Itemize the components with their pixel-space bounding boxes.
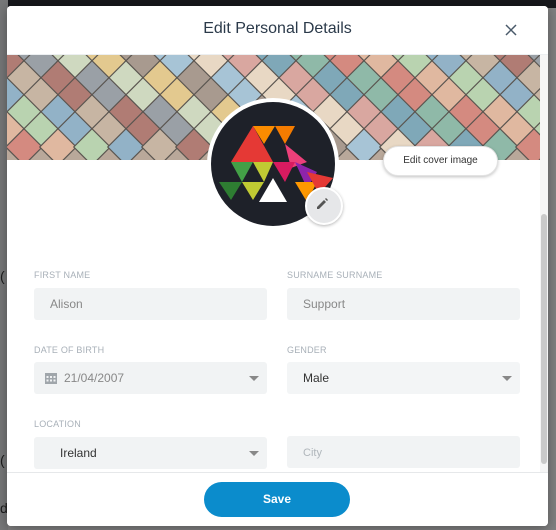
modal-header: Edit Personal Details	[7, 6, 548, 55]
modal-scrollbar[interactable]	[540, 54, 548, 472]
edit-avatar-button[interactable]	[305, 187, 343, 225]
date-of-birth-field[interactable]: 21/04/2007	[34, 362, 267, 394]
surname-field[interactable]: Support	[287, 288, 520, 320]
city-input[interactable]: City	[287, 436, 520, 468]
gender-label: GENDER	[287, 345, 327, 355]
edit-cover-image-button[interactable]: Edit cover image	[383, 146, 498, 176]
save-button[interactable]: Save	[204, 482, 350, 517]
modal-footer: Save	[7, 472, 548, 526]
location-select[interactable]: Ireland	[34, 437, 267, 469]
first-name-field[interactable]: Alison	[34, 288, 267, 320]
location-value: Ireland	[60, 446, 97, 460]
gender-select[interactable]: Male	[287, 362, 520, 394]
scrollbar-thumb[interactable]	[541, 214, 547, 464]
first-name-label: FIRST NAME	[34, 270, 91, 280]
edit-personal-details-dialog: Edit Personal Details Edit cover image F…	[7, 6, 548, 526]
date-of-birth-value: 21/04/2007	[64, 371, 125, 385]
avatar-frame	[207, 98, 343, 230]
surname-label: SURNAME SURNAME	[287, 270, 383, 280]
pencil-icon	[317, 198, 328, 209]
city-placeholder: City	[303, 447, 322, 459]
chevron-down-icon[interactable]	[249, 451, 259, 456]
chevron-down-icon[interactable]	[249, 376, 259, 381]
chevron-down-icon[interactable]	[502, 376, 512, 381]
modal-title: Edit Personal Details	[203, 20, 352, 37]
calendar-icon	[45, 373, 57, 384]
location-label: LOCATION	[34, 419, 81, 429]
modal-body: Edit cover image FIRST NAME Alison SURNA…	[7, 54, 548, 472]
close-icon	[505, 24, 517, 36]
date-of-birth-label: DATE OF BIRTH	[34, 345, 105, 355]
close-button[interactable]	[500, 19, 522, 41]
gender-value: Male	[303, 371, 330, 385]
